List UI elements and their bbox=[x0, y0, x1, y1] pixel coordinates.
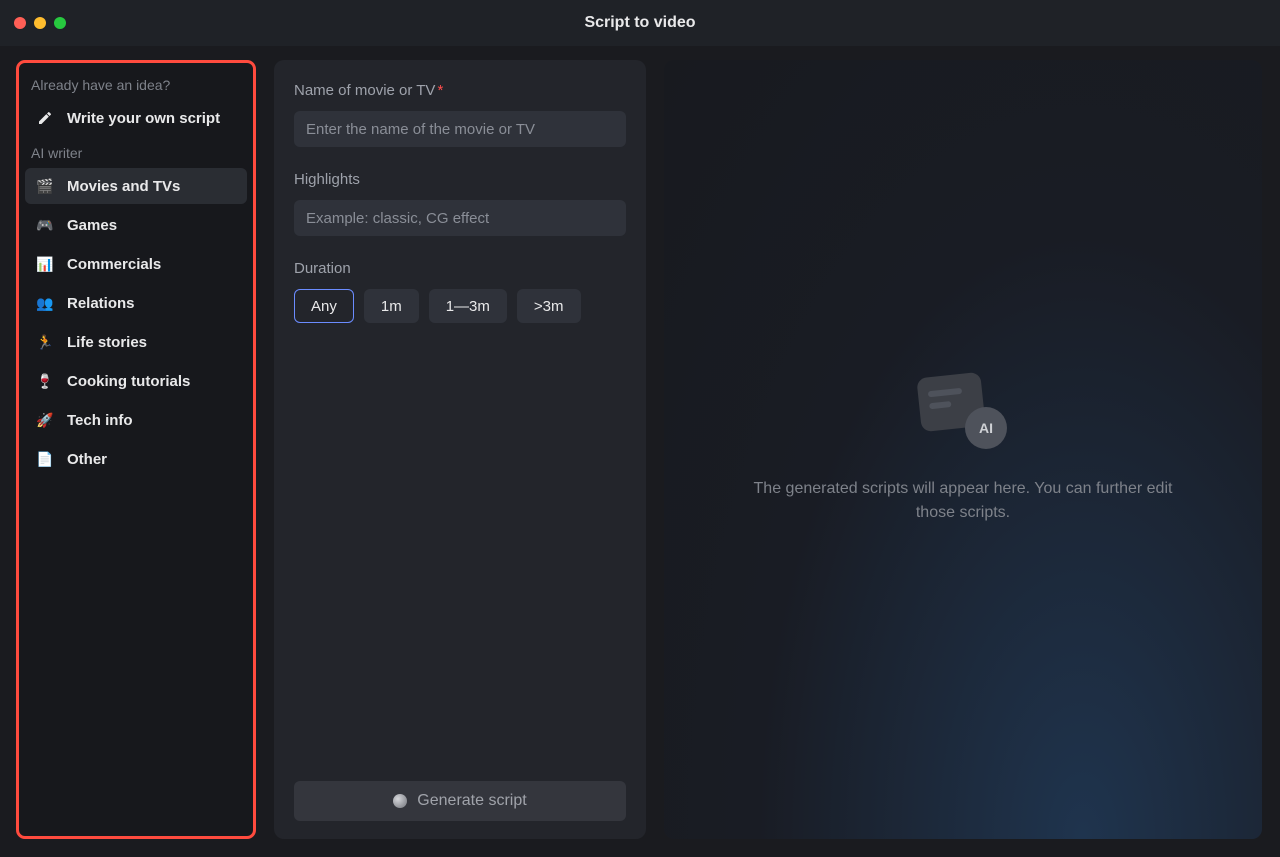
sidebar-item-cooking-tutorials[interactable]: 🍷 Cooking tutorials bbox=[25, 363, 247, 399]
empty-state-icon: AI bbox=[919, 375, 1007, 449]
window-titlebar: Script to video bbox=[0, 0, 1280, 46]
highlights-input[interactable] bbox=[294, 200, 626, 236]
sidebar-item-label: Tech info bbox=[67, 412, 133, 429]
sidebar-item-label: Life stories bbox=[67, 334, 147, 351]
games-icon: 🎮 bbox=[35, 215, 55, 235]
sidebar-item-label: Cooking tutorials bbox=[67, 373, 190, 390]
duration-chip-13m[interactable]: 1—3m bbox=[429, 289, 507, 323]
loading-icon bbox=[393, 794, 407, 808]
ai-badge-icon: AI bbox=[965, 407, 1007, 449]
sidebar-item-tech-info[interactable]: 🚀 Tech info bbox=[25, 402, 247, 438]
movies-and-tvs-icon: 🎬 bbox=[35, 176, 55, 196]
script-form-panel: Name of movie or TV* Highlights Duration… bbox=[274, 60, 646, 839]
sidebar-item-write-own[interactable]: Write your own script bbox=[25, 100, 247, 136]
empty-state-text: The generated scripts will appear here. … bbox=[733, 477, 1193, 523]
sidebar-item-label: Write your own script bbox=[67, 110, 220, 127]
movie-name-label: Name of movie or TV* bbox=[294, 82, 626, 99]
sidebar-header-idea: Already have an idea? bbox=[21, 71, 251, 97]
relations-icon: 👥 bbox=[35, 293, 55, 313]
sidebar-item-games[interactable]: 🎮 Games bbox=[25, 207, 247, 243]
highlights-label: Highlights bbox=[294, 171, 626, 188]
duration-chip-1m[interactable]: 1m bbox=[364, 289, 419, 323]
cooking-tutorials-icon: 🍷 bbox=[35, 371, 55, 391]
duration-chip-3m[interactable]: >3m bbox=[517, 289, 581, 323]
sidebar-item-label: Commercials bbox=[67, 256, 161, 273]
sidebar-item-label: Games bbox=[67, 217, 117, 234]
required-asterisk: * bbox=[437, 82, 443, 99]
sidebar-item-label: Other bbox=[67, 451, 107, 468]
tech-info-icon: 🚀 bbox=[35, 410, 55, 430]
movie-name-input[interactable] bbox=[294, 111, 626, 147]
duration-chip-any[interactable]: Any bbox=[294, 289, 354, 323]
sidebar-item-other[interactable]: 📄 Other bbox=[25, 441, 247, 477]
life-stories-icon: 🏃 bbox=[35, 332, 55, 352]
generate-script-label: Generate script bbox=[417, 792, 526, 810]
sidebar-item-commercials[interactable]: 📊 Commercials bbox=[25, 246, 247, 282]
script-preview-panel: AI The generated scripts will appear her… bbox=[664, 60, 1262, 839]
other-icon: 📄 bbox=[35, 449, 55, 469]
sidebar-item-label: Relations bbox=[67, 295, 135, 312]
generate-script-button[interactable]: Generate script bbox=[294, 781, 626, 821]
window-title: Script to video bbox=[0, 14, 1280, 32]
sidebar-item-relations[interactable]: 👥 Relations bbox=[25, 285, 247, 321]
sidebar-item-movies-and-tvs[interactable]: 🎬 Movies and TVs bbox=[25, 168, 247, 204]
duration-chip-group: Any 1m 1—3m >3m bbox=[294, 289, 626, 323]
sidebar-item-life-stories[interactable]: 🏃 Life stories bbox=[25, 324, 247, 360]
script-type-sidebar: Already have an idea? Write your own scr… bbox=[16, 60, 256, 839]
sidebar-item-label: Movies and TVs bbox=[67, 178, 180, 195]
pencil-icon bbox=[35, 108, 55, 128]
duration-label: Duration bbox=[294, 260, 626, 277]
sidebar-header-ai-writer: AI writer bbox=[21, 139, 251, 165]
commercials-icon: 📊 bbox=[35, 254, 55, 274]
